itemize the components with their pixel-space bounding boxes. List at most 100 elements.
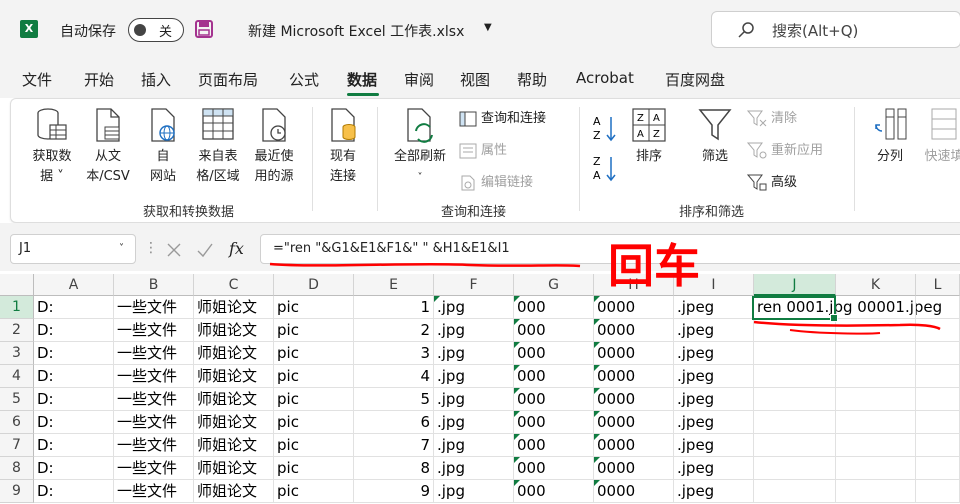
cell-C6[interactable]: 师姐论文 — [194, 411, 274, 434]
cell-E9[interactable]: 9 — [354, 480, 434, 503]
properties-button[interactable]: 属性 — [459, 139, 507, 159]
advanced-filter-button[interactable]: 高级 — [746, 171, 797, 192]
cell-K4[interactable] — [836, 365, 916, 388]
cell-B7[interactable]: 一些文件 — [114, 434, 194, 457]
error-indicator-icon[interactable] — [594, 457, 600, 463]
cell-K3[interactable] — [836, 342, 916, 365]
tab-baidu-netdisk[interactable]: 百度网盘 — [665, 69, 725, 90]
cell-J6[interactable] — [754, 411, 836, 434]
cell-G8[interactable]: 000 — [514, 457, 594, 480]
cell-E2[interactable]: 2 — [354, 319, 434, 342]
error-indicator-icon[interactable] — [514, 457, 520, 463]
refresh-all-button[interactable]: 全部刷新 ˅ — [385, 107, 455, 188]
cell-A3[interactable]: D: — [34, 342, 114, 365]
cell-A4[interactable]: D: — [34, 365, 114, 388]
cell-F4[interactable]: .jpg — [434, 365, 514, 388]
cell-D8[interactable]: pic — [274, 457, 354, 480]
cell-C4[interactable]: 师姐论文 — [194, 365, 274, 388]
reapply-button[interactable]: 重新应用 — [746, 139, 823, 160]
cell-I8[interactable]: .jpeg — [674, 457, 754, 480]
sort-button[interactable]: ZAAZ 排序 — [627, 107, 671, 167]
tab-page-layout[interactable]: 页面布局 — [198, 69, 258, 90]
tab-formulas[interactable]: 公式 — [289, 69, 319, 90]
tab-help[interactable]: 帮助 — [517, 69, 547, 90]
error-indicator-icon[interactable] — [514, 296, 520, 302]
column-header-L[interactable]: L — [916, 274, 960, 296]
cell-L6[interactable] — [916, 411, 960, 434]
cell-A2[interactable]: D: — [34, 319, 114, 342]
error-indicator-icon[interactable] — [594, 480, 600, 486]
get-data-button[interactable]: 获取数 据 ˅ — [25, 107, 79, 187]
cell-G4[interactable]: 000 — [514, 365, 594, 388]
cell-D4[interactable]: pic — [274, 365, 354, 388]
queries-connections-button[interactable]: 查询和连接 — [459, 107, 546, 127]
cell-J4[interactable] — [754, 365, 836, 388]
cell-J8[interactable] — [754, 457, 836, 480]
cell-F2[interactable]: .jpg — [434, 319, 514, 342]
sort-ascending-button[interactable]: AZ — [593, 113, 621, 143]
cell-F6[interactable]: .jpg — [434, 411, 514, 434]
select-all-corner[interactable] — [0, 274, 34, 296]
cell-G5[interactable]: 000 — [514, 388, 594, 411]
cell-I9[interactable]: .jpeg — [674, 480, 754, 503]
column-header-B[interactable]: B — [114, 274, 194, 296]
column-header-F[interactable]: F — [434, 274, 514, 296]
cell-F1[interactable]: .jpg — [434, 296, 514, 319]
cell-L5[interactable] — [916, 388, 960, 411]
cell-G2[interactable]: 000 — [514, 319, 594, 342]
from-text-csv-button[interactable]: 从文 本/CSV — [81, 107, 135, 187]
column-header-I[interactable]: I — [674, 274, 754, 296]
text-to-columns-button[interactable]: 分列 — [863, 107, 917, 167]
error-indicator-icon[interactable] — [514, 411, 520, 417]
tab-acrobat[interactable]: Acrobat — [576, 69, 634, 87]
tab-file[interactable]: 文件 — [22, 69, 52, 90]
cell-H8[interactable]: 0000 — [594, 457, 674, 480]
error-indicator-icon[interactable] — [514, 319, 520, 325]
cell-B4[interactable]: 一些文件 — [114, 365, 194, 388]
row-header-5[interactable]: 5 — [0, 388, 34, 411]
cell-G9[interactable]: 000 — [514, 480, 594, 503]
existing-connections-button[interactable]: 现有 连接 — [319, 107, 367, 187]
cell-H9[interactable]: 0000 — [594, 480, 674, 503]
cell-B1[interactable]: 一些文件 — [114, 296, 194, 319]
cell-I5[interactable]: .jpeg — [674, 388, 754, 411]
column-header-C[interactable]: C — [194, 274, 274, 296]
filter-button[interactable]: 筛选 — [691, 107, 739, 167]
cell-H3[interactable]: 0000 — [594, 342, 674, 365]
cell-F5[interactable]: .jpg — [434, 388, 514, 411]
recent-sources-button[interactable]: 最近使 用的源 — [247, 107, 301, 187]
cell-L8[interactable] — [916, 457, 960, 480]
cell-H5[interactable]: 0000 — [594, 388, 674, 411]
cell-C1[interactable]: 师姐论文 — [194, 296, 274, 319]
cell-E1[interactable]: 1 — [354, 296, 434, 319]
cell-A5[interactable]: D: — [34, 388, 114, 411]
column-header-K[interactable]: K — [836, 274, 916, 296]
row-header-2[interactable]: 2 — [0, 319, 34, 342]
error-indicator-icon[interactable] — [434, 296, 440, 302]
autosave-toggle[interactable]: 关 — [128, 18, 184, 42]
edit-links-button[interactable]: 编辑链接 — [459, 171, 533, 191]
cell-H2[interactable]: 0000 — [594, 319, 674, 342]
column-header-H[interactable]: H — [594, 274, 674, 296]
cell-A8[interactable]: D: — [34, 457, 114, 480]
error-indicator-icon[interactable] — [594, 296, 600, 302]
clear-filter-button[interactable]: 清除 — [746, 107, 797, 128]
name-box[interactable]: J1 ˅ — [10, 234, 136, 264]
column-header-J[interactable]: J — [754, 274, 836, 296]
cell-E6[interactable]: 6 — [354, 411, 434, 434]
error-indicator-icon[interactable] — [514, 342, 520, 348]
cell-B5[interactable]: 一些文件 — [114, 388, 194, 411]
cell-J7[interactable] — [754, 434, 836, 457]
cell-K2[interactable] — [836, 319, 916, 342]
cell-I3[interactable]: .jpeg — [674, 342, 754, 365]
error-indicator-icon[interactable] — [594, 434, 600, 440]
from-web-button[interactable]: 自 网站 — [139, 107, 187, 187]
row-header-3[interactable]: 3 — [0, 342, 34, 365]
from-table-range-button[interactable]: 来自表 格/区域 — [191, 107, 245, 187]
cancel-icon[interactable] — [166, 242, 182, 258]
cell-A9[interactable]: D: — [34, 480, 114, 503]
cell-K1[interactable] — [836, 296, 916, 319]
cell-D6[interactable]: pic — [274, 411, 354, 434]
cell-C7[interactable]: 师姐论文 — [194, 434, 274, 457]
cell-D9[interactable]: pic — [274, 480, 354, 503]
